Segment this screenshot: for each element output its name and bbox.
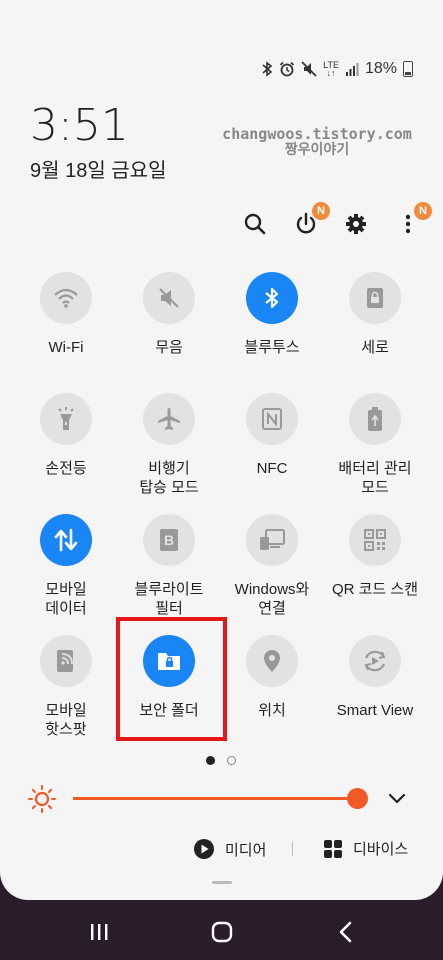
brightness-control xyxy=(0,780,443,816)
tile-flashlight[interactable]: 손전등 xyxy=(11,393,121,478)
tile-label: QR 코드 스캔 xyxy=(331,581,419,598)
brightness-slider-thumb[interactable] xyxy=(347,788,368,809)
lte-icon: LTE ↓↑ xyxy=(323,60,339,78)
search-icon xyxy=(244,213,266,235)
media-row: 미디어 디바이스 xyxy=(0,836,443,866)
tile-mute[interactable]: 무음 xyxy=(114,272,224,357)
watermark: changwoos.tistory.com 짱우이야기 xyxy=(222,126,412,158)
clock: 3:51 xyxy=(30,100,129,151)
tile-mobile-data[interactable]: 모바일 데이터 xyxy=(11,514,121,618)
tile-nfc[interactable]: NFC xyxy=(217,393,327,478)
tile-blue-light-filter[interactable]: B 블루라이트 필터 xyxy=(114,514,224,618)
mute-icon xyxy=(301,61,317,77)
more-options-button[interactable]: N xyxy=(390,202,432,242)
hotspot-icon xyxy=(40,635,92,687)
tile-label: 모바일 핫스팟 xyxy=(45,702,87,738)
tile-smart-view[interactable]: Smart View xyxy=(320,635,430,720)
tile-label: 블루라이트 필터 xyxy=(134,581,204,617)
more-notification-badge: N xyxy=(414,202,432,220)
tile-label: Windows와 연결 xyxy=(234,581,310,617)
rotation-lock-icon xyxy=(349,272,401,324)
location-icon xyxy=(246,635,298,687)
qr-code-icon xyxy=(349,514,401,566)
svg-text:B: B xyxy=(164,532,174,548)
tile-label: 모바일 데이터 xyxy=(45,581,87,617)
status-bar: LTE ↓↑ 18% xyxy=(261,60,413,78)
tile-link-to-windows[interactable]: Windows와 연결 xyxy=(217,514,327,618)
tile-qr-scan[interactable]: QR 코드 스캔 xyxy=(320,514,430,599)
navigation-bar xyxy=(0,900,443,960)
link-to-windows-icon xyxy=(246,514,298,566)
brightness-slider-track[interactable] xyxy=(73,797,360,800)
tile-label: 블루투스 xyxy=(244,339,300,356)
brightness-icon xyxy=(28,785,56,813)
tile-label: NFC xyxy=(256,460,288,477)
home-icon xyxy=(211,921,233,943)
back-button[interactable] xyxy=(331,918,361,946)
tile-label: 비행기 탑승 모드 xyxy=(139,460,199,496)
tile-rotation[interactable]: 세로 xyxy=(320,272,430,357)
devices-label: 디바이스 xyxy=(353,841,409,858)
page-dot-2[interactable] xyxy=(227,756,236,765)
mobile-data-icon xyxy=(40,514,92,566)
recent-apps-icon xyxy=(91,924,108,940)
watermark-url: changwoos.tistory.com xyxy=(222,125,412,143)
tile-label: 세로 xyxy=(361,339,389,356)
battery-percent: 18% xyxy=(364,60,397,77)
power-button[interactable]: N xyxy=(288,202,330,242)
bluetooth-icon xyxy=(262,61,273,77)
media-label: 미디어 xyxy=(225,841,267,859)
play-circle-icon xyxy=(194,839,214,859)
home-button[interactable] xyxy=(207,918,237,946)
nfc-icon xyxy=(246,393,298,445)
airplane-icon xyxy=(143,393,195,445)
devices-icon xyxy=(324,839,342,858)
bluetooth-icon xyxy=(246,272,298,324)
smart-view-icon xyxy=(349,635,401,687)
tile-airplane-mode[interactable]: 비행기 탑승 모드 xyxy=(114,393,224,497)
recent-apps-button[interactable] xyxy=(84,918,114,946)
panel-drag-handle[interactable] xyxy=(212,881,232,884)
tile-label: 손전등 xyxy=(45,460,87,477)
mute-icon xyxy=(143,272,195,324)
tile-bluetooth[interactable]: 블루투스 xyxy=(217,272,327,357)
back-icon xyxy=(339,921,352,943)
blue-light-filter-icon: B xyxy=(143,514,195,566)
page-indicator xyxy=(206,756,236,765)
date: 9월 18일 금요일 xyxy=(30,160,167,182)
chevron-down-icon[interactable] xyxy=(388,791,406,805)
lte-label: LTE xyxy=(323,60,339,70)
gear-icon xyxy=(346,214,366,234)
tile-wifi[interactable]: Wi-Fi xyxy=(11,272,121,357)
alarm-icon xyxy=(279,61,295,77)
tile-label: Smart View xyxy=(336,702,414,719)
devices-button[interactable]: 디바이스 xyxy=(323,838,408,859)
watermark-blog-name: 짱우이야기 xyxy=(284,142,350,158)
flashlight-icon xyxy=(40,393,92,445)
battery-icon xyxy=(403,61,413,77)
page-dot-1[interactable] xyxy=(206,756,215,765)
wifi-icon xyxy=(40,272,92,324)
top-actions: N N xyxy=(0,202,443,242)
quick-settings-panel: LTE ↓↑ 18% 3:51 9월 18일 금요일 changwoos.tist… xyxy=(0,0,443,900)
tile-location[interactable]: 위치 xyxy=(217,635,327,720)
highlight-box xyxy=(116,617,227,741)
tile-hotspot[interactable]: 모바일 핫스팟 xyxy=(11,635,121,739)
media-divider xyxy=(292,842,293,856)
settings-button[interactable] xyxy=(338,206,374,242)
battery-saver-icon xyxy=(349,393,401,445)
signal-icon xyxy=(345,63,359,76)
tile-label: 위치 xyxy=(258,702,286,719)
tile-label: 무음 xyxy=(155,339,183,356)
tile-label: 배터리 관리 모드 xyxy=(338,460,412,496)
power-notification-badge: N xyxy=(312,202,330,220)
media-button[interactable]: 미디어 xyxy=(193,838,266,860)
tile-label: Wi-Fi xyxy=(48,339,84,356)
search-button[interactable] xyxy=(237,206,273,242)
tile-battery-saver[interactable]: 배터리 관리 모드 xyxy=(320,393,430,497)
